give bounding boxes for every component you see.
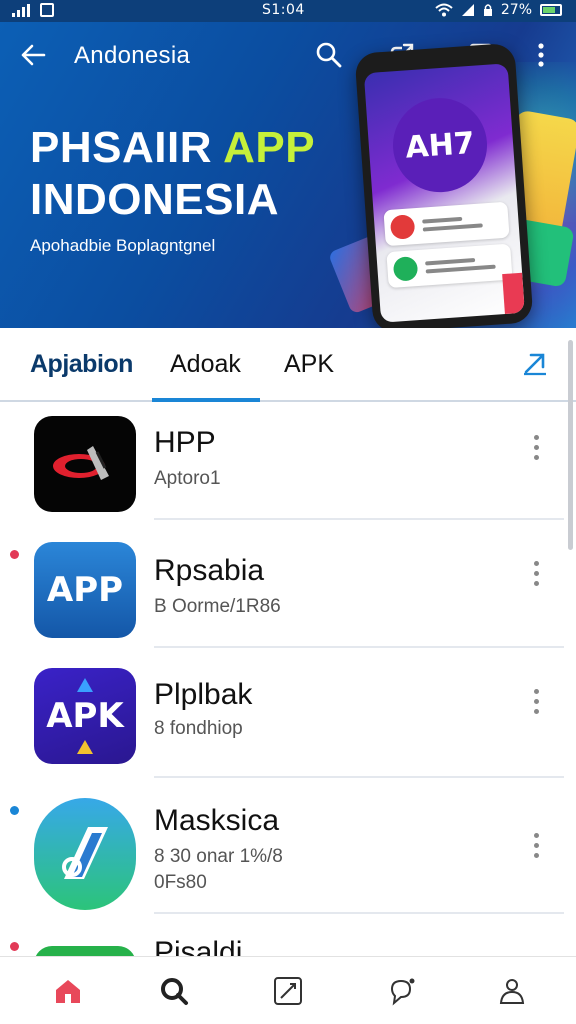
signal-icon <box>12 3 30 17</box>
banner-subtitle: Apohadbie Boplagntgnel <box>30 236 216 255</box>
divider <box>154 776 564 778</box>
app-meta: 8 30 onar 1%/8 <box>154 846 283 867</box>
chat-icon[interactable] <box>386 975 418 1007</box>
battery-percent: 27% <box>500 2 532 18</box>
tab-adoak[interactable]: Adoak <box>170 350 241 379</box>
app-meta: Aptoro1 <box>154 468 221 489</box>
app-name: Plplbak <box>154 678 253 711</box>
search-icon[interactable] <box>158 975 190 1007</box>
status-bar: S1:04 27% <box>0 0 576 22</box>
app-name: HPP <box>154 426 216 459</box>
cell-signal-icon <box>461 4 474 16</box>
wifi-icon <box>435 3 453 17</box>
app-name: Pisaldi <box>154 936 243 956</box>
more-vert-icon[interactable] <box>526 684 546 724</box>
scrollbar[interactable] <box>568 340 573 550</box>
notification-dot <box>10 550 19 559</box>
app-meta: B Oorme/1R86 <box>154 596 281 617</box>
status-time: S1:04 <box>262 2 305 18</box>
notification-dot <box>10 942 19 951</box>
tab-bar: Apjabion Adoak APK <box>0 328 576 402</box>
app-name: Rpsabia <box>154 554 265 587</box>
app-meta-secondary: 0Fs80 <box>154 872 207 893</box>
phone-illustration: AH7 <box>354 42 534 328</box>
tab-apk[interactable]: APK <box>284 350 334 379</box>
banner-title-accent: APP <box>223 123 316 172</box>
app-icon-masksica <box>34 798 136 910</box>
app-icon-rpsabia: APP <box>34 542 136 638</box>
more-vert-icon[interactable] <box>526 556 546 596</box>
edit-icon[interactable] <box>272 975 304 1007</box>
app-icon-hpp <box>34 416 136 512</box>
app-meta: 8 fondhiop <box>154 718 243 739</box>
phone-logo: AH7 <box>389 95 491 196</box>
notification-dot <box>10 806 19 815</box>
search-icon[interactable] <box>314 40 344 70</box>
divider <box>154 518 564 520</box>
lock-icon <box>483 4 492 16</box>
more-vert-icon[interactable] <box>526 40 556 70</box>
battery-icon <box>540 4 562 16</box>
phone-red-strip <box>502 272 525 315</box>
list-item[interactable]: Pisaldi <box>0 914 576 956</box>
back-arrow-icon[interactable] <box>18 40 48 70</box>
hero-banner: Andonesia PHSAIIR APP INDONESIA Apohadbi… <box>0 22 576 328</box>
phone-screen: AH7 <box>363 63 525 323</box>
divider <box>154 646 564 648</box>
tab-indicator <box>152 398 260 402</box>
app-icon-label: APK <box>46 696 124 736</box>
app-name: Masksica <box>154 804 280 837</box>
open-external-icon[interactable] <box>520 348 550 378</box>
banner-title-line2: INDONESIA <box>30 175 279 224</box>
phone-row <box>383 201 510 247</box>
app-icon-pisaldi <box>34 946 136 956</box>
banner-title-main: PHSAIIR <box>30 123 212 172</box>
phone-row <box>386 243 513 289</box>
page-title: Andonesia <box>74 42 191 69</box>
home-icon[interactable] <box>52 975 84 1007</box>
more-vert-icon[interactable] <box>526 828 546 868</box>
bottom-nav <box>0 956 576 1024</box>
more-vert-icon[interactable] <box>526 430 546 470</box>
sim-icon <box>40 3 54 17</box>
profile-icon[interactable] <box>496 975 528 1007</box>
app-icon-plplbak: APK <box>34 668 136 764</box>
banner-title: PHSAIIR APP INDONESIA <box>30 122 315 226</box>
tab-apjabion[interactable]: Apjabion <box>30 350 133 379</box>
